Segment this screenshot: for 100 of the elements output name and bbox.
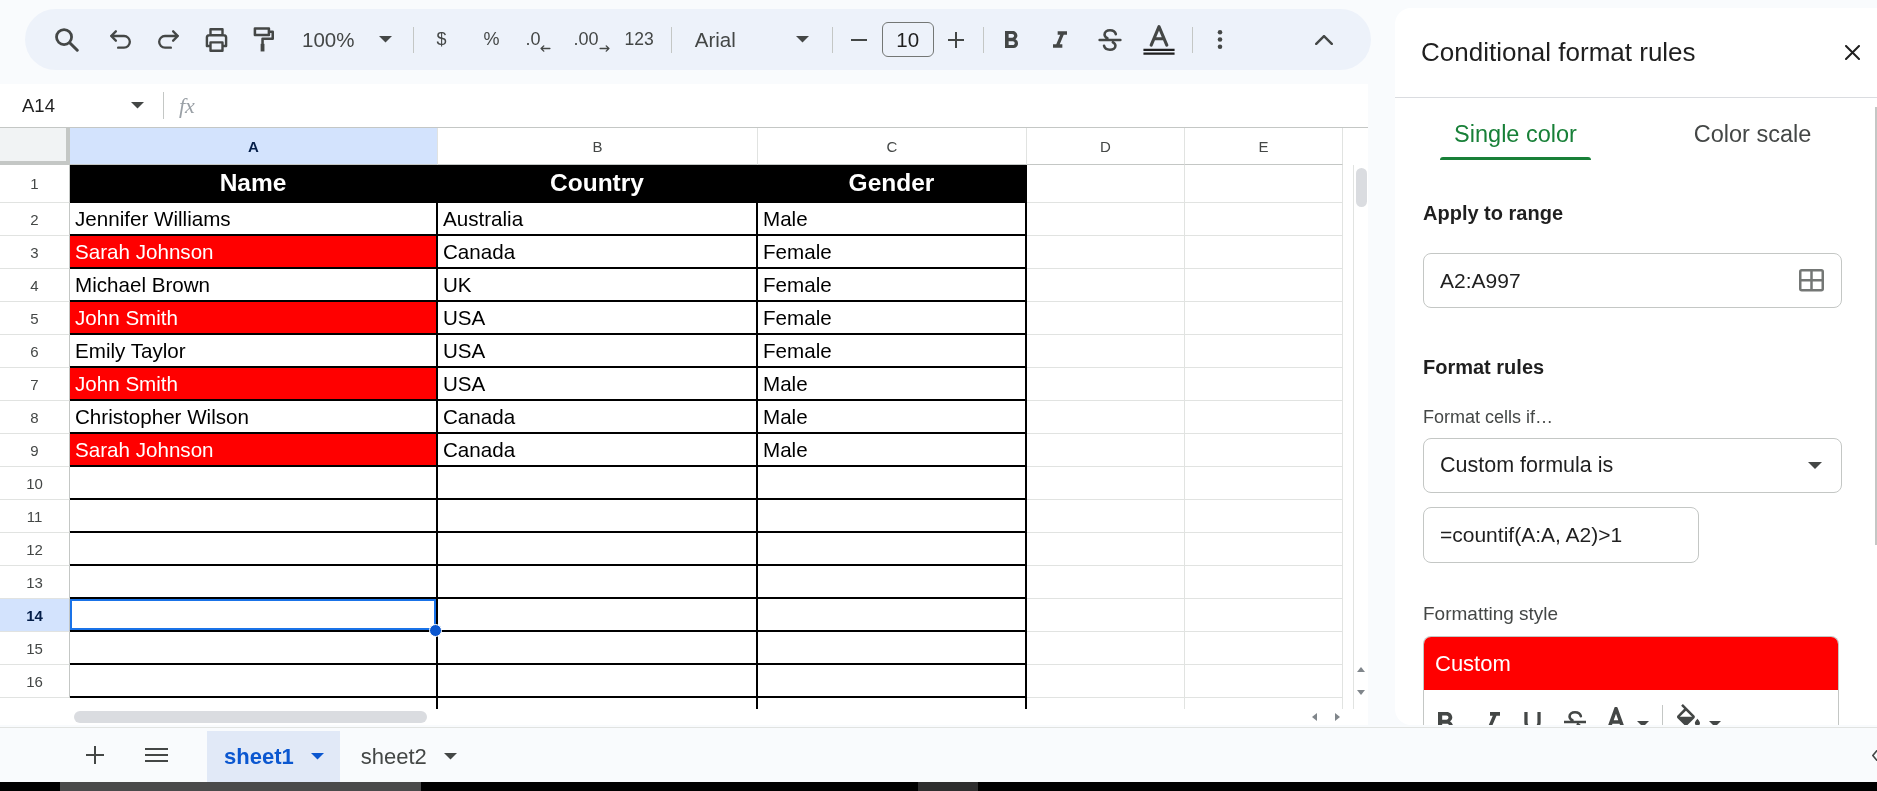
caret-icon — [310, 753, 324, 760]
arrow-left-icon[interactable] — [1312, 713, 1317, 721]
row-header[interactable]: 8 — [0, 401, 70, 434]
row-header[interactable]: 16 — [0, 665, 70, 698]
chevron-left-icon[interactable] — [1872, 749, 1877, 761]
column-header[interactable]: C — [758, 128, 1027, 165]
table-cell: Emily Taylor — [70, 335, 438, 368]
redo-icon[interactable] — [158, 30, 179, 49]
more-vertical-icon[interactable] — [1216, 30, 1223, 49]
table-cell: Male — [758, 434, 1027, 467]
preset-dropdown[interactable]: Custom — [1424, 637, 1838, 690]
caret-icon — [443, 753, 457, 760]
table-cell: Christopher Wilson — [70, 401, 438, 434]
font-dropdown[interactable]: Arial — [694, 27, 809, 52]
grid-icon[interactable] — [1799, 269, 1824, 292]
strikethrough-icon[interactable] — [1564, 711, 1586, 725]
table-cell: Jennifer Williams — [70, 203, 438, 236]
plus-icon[interactable] — [86, 746, 104, 764]
bold-icon[interactable] — [1438, 712, 1453, 725]
plus-icon[interactable] — [947, 31, 964, 48]
row-header[interactable]: 1 — [0, 165, 70, 203]
zoom-dropdown[interactable]: 100% — [302, 27, 393, 52]
table-cell: Canada — [438, 236, 758, 269]
number-format-button[interactable]: 123 — [624, 29, 654, 50]
row-header[interactable]: 13 — [0, 566, 70, 599]
table-cell: Sarah Johnson — [70, 434, 438, 467]
row-header[interactable]: 10 — [0, 467, 70, 500]
caret-icon — [130, 102, 144, 109]
arrow-up-icon[interactable] — [1357, 667, 1365, 672]
search-icon[interactable] — [55, 27, 79, 52]
row-header[interactable]: 9 — [0, 434, 70, 467]
table-cell: Female — [758, 302, 1027, 335]
table-header: Country — [438, 165, 758, 203]
table-cell: Male — [758, 203, 1027, 236]
tab[interactable]: Color scale — [1680, 108, 1825, 160]
row-header[interactable]: 3 — [0, 236, 70, 269]
strikethrough-icon[interactable] — [1097, 28, 1122, 51]
increase-decimal-button[interactable]: .00 — [573, 27, 610, 52]
row-header[interactable]: 2 — [0, 203, 70, 236]
table-cell: Australia — [438, 203, 758, 236]
undo-icon[interactable] — [110, 30, 131, 49]
sheet-tab[interactable]: sheet2 — [343, 731, 473, 782]
minus-icon[interactable] — [850, 38, 867, 41]
table-cell: USA — [438, 368, 758, 401]
table-cell: USA — [438, 335, 758, 368]
scrollbar-thumb[interactable] — [1875, 107, 1877, 545]
tab[interactable]: Single color — [1440, 108, 1591, 160]
row-header[interactable]: 15 — [0, 632, 70, 665]
panel-title: Conditional format rules — [1421, 37, 1696, 68]
table-cell: John Smith — [70, 302, 438, 335]
bold-icon[interactable] — [1004, 31, 1018, 48]
range-field[interactable]: A2:A997 — [1423, 253, 1842, 308]
arrow-left-icon — [540, 44, 552, 52]
menu-icon[interactable] — [145, 748, 168, 762]
text-color-icon[interactable] — [1607, 707, 1625, 725]
caret-icon — [1808, 462, 1822, 469]
close-icon[interactable] — [1845, 45, 1860, 60]
decrease-decimal-button[interactable]: .0 — [525, 27, 552, 52]
scrollbar-thumb[interactable] — [1355, 168, 1367, 207]
italic-icon[interactable] — [1052, 31, 1067, 48]
row-header[interactable]: 12 — [0, 533, 70, 566]
scrollbar-thumb[interactable] — [74, 711, 427, 723]
column-header[interactable]: E — [1185, 128, 1343, 165]
table-cell: Female — [758, 335, 1027, 368]
table-cell: Michael Brown — [70, 269, 438, 302]
column-header[interactable]: A — [70, 128, 438, 165]
section-heading: Apply to range — [1423, 201, 1563, 226]
text-color-icon[interactable] — [1141, 24, 1176, 55]
row-header[interactable]: 4 — [0, 269, 70, 302]
formula-field[interactable]: =countif(A:A, A2)>1 — [1423, 507, 1699, 563]
caret-icon[interactable] — [1637, 721, 1649, 725]
table-cell: USA — [438, 302, 758, 335]
sheet-tab[interactable]: sheet1 — [207, 731, 340, 782]
table-cell: Male — [758, 368, 1027, 401]
paint-roller-icon[interactable] — [253, 26, 274, 53]
fill-color-icon[interactable] — [1677, 704, 1700, 725]
row-header[interactable]: 6 — [0, 335, 70, 368]
currency-button[interactable]: $ — [436, 29, 447, 50]
row-header[interactable]: 7 — [0, 368, 70, 401]
caret-icon[interactable] — [1709, 721, 1721, 725]
name-box[interactable]: A14 — [22, 94, 144, 117]
font-size-field[interactable]: 10 — [881, 22, 934, 57]
table-cell: Canada — [438, 401, 758, 434]
selected-cell[interactable] — [70, 599, 438, 632]
column-header[interactable]: B — [438, 128, 758, 165]
column-header[interactable]: D — [1027, 128, 1185, 165]
print-icon[interactable] — [204, 27, 229, 52]
table-cell: Canada — [438, 434, 758, 467]
row-header[interactable]: 5 — [0, 302, 70, 335]
underline-icon[interactable] — [1524, 712, 1541, 725]
row-header[interactable]: 14 — [0, 599, 70, 632]
arrow-right-icon[interactable] — [1335, 713, 1340, 721]
function-label: fx — [178, 92, 195, 119]
row-header[interactable]: 11 — [0, 500, 70, 533]
chevron-up-icon[interactable] — [1314, 34, 1333, 45]
condition-dropdown[interactable]: Custom formula is — [1423, 438, 1842, 493]
field-label: Formatting style — [1423, 602, 1559, 626]
percent-button[interactable]: % — [483, 29, 500, 50]
table-cell: Sarah Johnson — [70, 236, 438, 269]
arrow-down-icon[interactable] — [1357, 690, 1365, 695]
